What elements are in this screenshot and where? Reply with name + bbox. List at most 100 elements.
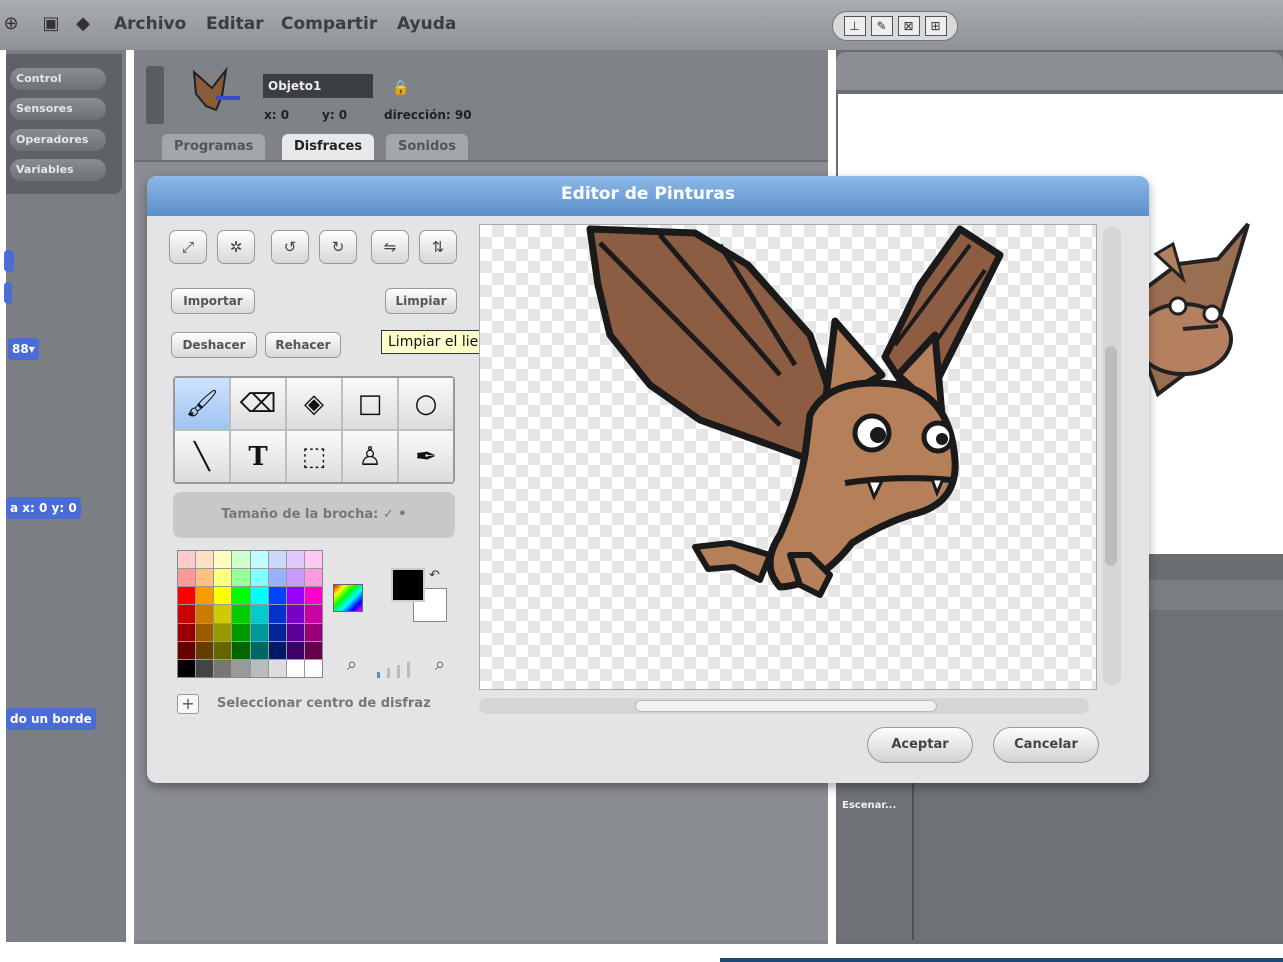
delete-tool-icon[interactable]: ✎ xyxy=(870,16,893,36)
accept-button[interactable]: Aceptar xyxy=(867,727,973,763)
color-swatch[interactable] xyxy=(178,659,196,677)
color-swatch[interactable] xyxy=(250,659,268,677)
set-center-icon[interactable]: + xyxy=(177,694,199,714)
tab-sonidos[interactable]: Sonidos xyxy=(386,134,468,160)
save-icon[interactable]: ▣ xyxy=(40,13,62,35)
rotate-right-icon[interactable]: ↻ xyxy=(319,230,357,264)
color-swatch[interactable] xyxy=(268,623,286,641)
duplicate-tool-icon[interactable]: ⊥ xyxy=(843,16,866,36)
text-icon[interactable]: T xyxy=(231,431,285,482)
clear-button[interactable]: Limpiar xyxy=(385,288,457,314)
shrink-icon[interactable]: ✲ xyxy=(217,230,255,264)
menu-editar[interactable]: Editar xyxy=(206,14,264,34)
menu-compartir[interactable]: Compartir xyxy=(281,14,377,34)
set-center-label[interactable]: Seleccionar centro de disfraz xyxy=(217,696,431,711)
color-swatch[interactable] xyxy=(178,623,196,641)
import-button[interactable]: Importar xyxy=(171,288,255,314)
shrink-tool-icon[interactable]: ⊞ xyxy=(924,16,947,36)
color-swatch[interactable] xyxy=(304,587,322,605)
color-swatch[interactable] xyxy=(214,569,232,587)
color-swatch[interactable] xyxy=(196,569,214,587)
color-swatch[interactable] xyxy=(286,659,304,677)
color-swatch[interactable] xyxy=(286,569,304,587)
color-swatch[interactable] xyxy=(250,623,268,641)
color-swatch[interactable] xyxy=(268,605,286,623)
color-swatch[interactable] xyxy=(232,569,250,587)
color-swatch[interactable] xyxy=(268,551,286,569)
color-swatch[interactable] xyxy=(286,587,304,605)
tab-disfraces[interactable]: Disfraces xyxy=(282,134,375,160)
color-swatch[interactable] xyxy=(214,623,232,641)
color-swatch[interactable] xyxy=(196,641,214,659)
rotate-left-icon[interactable]: ↺ xyxy=(271,230,309,264)
share-folder-icon[interactable]: ◆ xyxy=(72,13,94,35)
color-swatch[interactable] xyxy=(214,659,232,677)
rotation-style-icon[interactable] xyxy=(146,66,164,124)
brush-icon[interactable]: 🖌 xyxy=(175,378,229,429)
color-swatch[interactable] xyxy=(196,587,214,605)
color-swatch[interactable] xyxy=(196,605,214,623)
brush-size-selector[interactable]: Tamaño de la brocha: ✓ • xyxy=(173,492,455,538)
color-swatch[interactable] xyxy=(250,551,268,569)
line-icon[interactable]: ╲ xyxy=(175,431,229,482)
color-swatch[interactable] xyxy=(268,587,286,605)
color-swatch[interactable] xyxy=(178,641,196,659)
color-swatch[interactable] xyxy=(268,641,286,659)
flip-horizontal-icon[interactable]: ⇋ xyxy=(371,230,409,264)
color-swatch[interactable] xyxy=(304,551,322,569)
color-swatch[interactable] xyxy=(232,623,250,641)
tab-programas[interactable]: Programas xyxy=(162,134,266,160)
grow-tool-icon[interactable]: ⊠ xyxy=(897,16,920,36)
color-swatch[interactable] xyxy=(268,659,286,677)
color-swatch[interactable] xyxy=(304,569,322,587)
category-control[interactable]: Control xyxy=(10,68,106,90)
select-icon[interactable]: ⬚ xyxy=(287,431,341,482)
color-swatch[interactable] xyxy=(214,605,232,623)
redo-button[interactable]: Rehacer xyxy=(265,332,341,358)
menu-archivo[interactable]: Archivo xyxy=(114,14,186,34)
color-swatch[interactable] xyxy=(178,605,196,623)
grow-icon[interactable]: ⤢ xyxy=(169,230,207,264)
color-swatch[interactable] xyxy=(250,605,268,623)
vertical-scroll-thumb[interactable] xyxy=(1105,346,1117,566)
color-swatch[interactable] xyxy=(232,605,250,623)
sprite-name-field[interactable]: Objeto1 xyxy=(263,74,373,98)
category-variables[interactable]: Variables xyxy=(10,159,106,181)
zoom-out-icon[interactable]: ⌕ xyxy=(347,654,357,675)
color-swatch[interactable] xyxy=(214,551,232,569)
color-swatch[interactable] xyxy=(178,587,196,605)
undo-button[interactable]: Deshacer xyxy=(171,332,257,358)
ellipse-icon[interactable]: ○ xyxy=(399,378,453,429)
motion-block[interactable] xyxy=(4,282,12,304)
stamp-icon[interactable]: ♙ xyxy=(343,431,397,482)
color-swatch[interactable] xyxy=(196,659,214,677)
color-swatch[interactable] xyxy=(250,587,268,605)
color-swatch[interactable] xyxy=(214,587,232,605)
color-palette[interactable] xyxy=(177,550,323,678)
color-swatch[interactable] xyxy=(232,551,250,569)
zoom-in-icon[interactable]: ⌕ xyxy=(435,654,445,675)
color-swatch[interactable] xyxy=(286,605,304,623)
color-swatch[interactable] xyxy=(304,641,322,659)
lock-icon[interactable]: 🔒 xyxy=(392,80,409,96)
color-swatch[interactable] xyxy=(268,569,286,587)
color-swatch[interactable] xyxy=(232,641,250,659)
stage-thumb-label[interactable]: Escenar... xyxy=(842,800,896,811)
color-swatch[interactable] xyxy=(196,623,214,641)
go-to-xy-block[interactable]: a x: 0 y: 0 xyxy=(6,497,81,519)
horizontal-scroll-thumb[interactable] xyxy=(635,700,937,712)
color-swatch[interactable] xyxy=(250,569,268,587)
color-swatch[interactable] xyxy=(286,641,304,659)
cancel-button[interactable]: Cancelar xyxy=(993,727,1099,763)
motion-block-dropdown[interactable]: 88▾ xyxy=(8,338,39,360)
language-globe-icon[interactable]: ⊕ xyxy=(0,13,22,35)
color-picker-icon[interactable] xyxy=(333,584,363,612)
foreground-color-swatch[interactable] xyxy=(391,568,425,602)
color-swatch[interactable] xyxy=(304,623,322,641)
zoom-level-bars[interactable] xyxy=(375,660,427,678)
eraser-icon[interactable]: ⌫ xyxy=(231,378,285,429)
color-swatch[interactable] xyxy=(286,551,304,569)
swap-colors-icon[interactable]: ↶ xyxy=(429,568,440,583)
bounce-edge-block[interactable]: do un borde xyxy=(6,708,96,730)
rectangle-icon[interactable]: □ xyxy=(343,378,397,429)
